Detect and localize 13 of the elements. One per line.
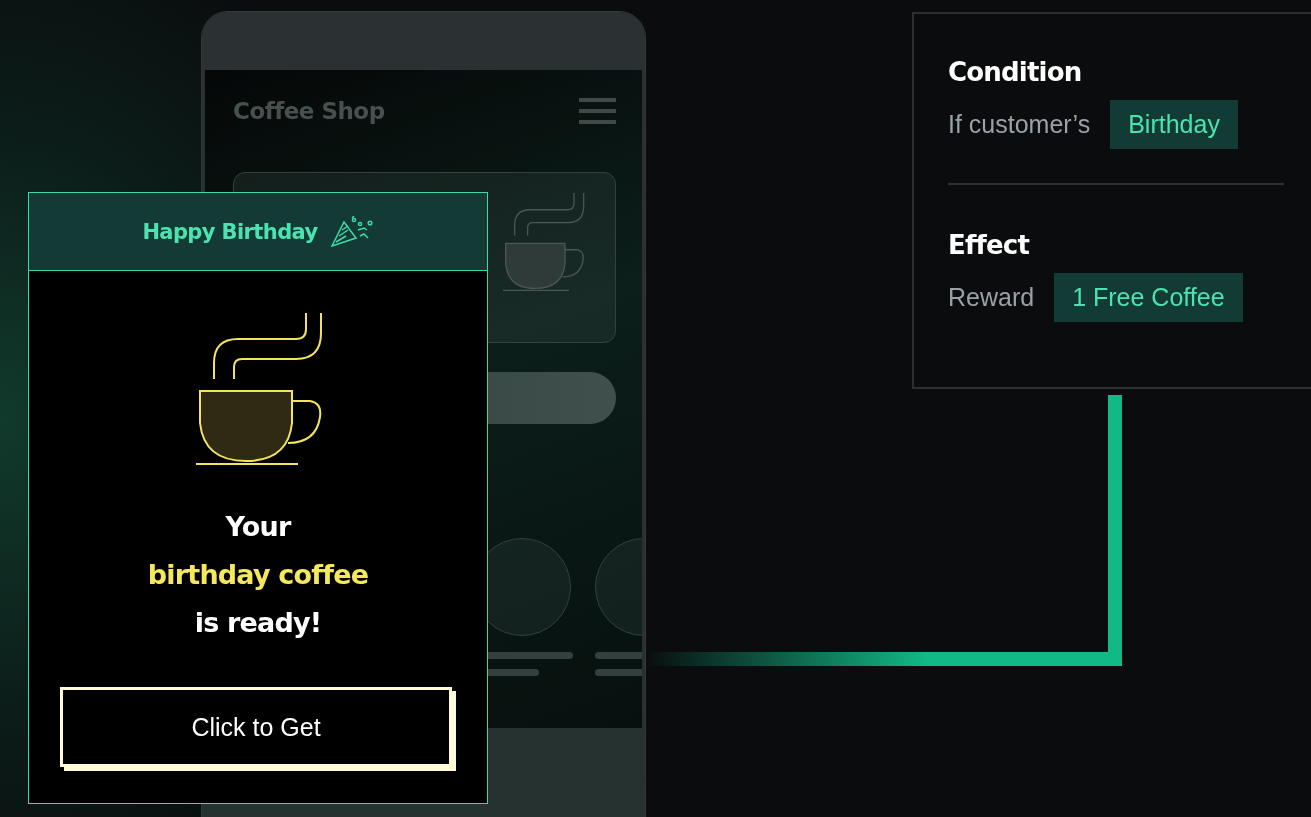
party-popper-icon	[329, 215, 374, 248]
rule-value-tag: 1 Free Coffee	[1054, 273, 1243, 322]
app-title: Coffee Shop	[233, 98, 385, 124]
rule-label: Reward	[948, 283, 1035, 312]
menu-icon[interactable]	[579, 97, 616, 125]
skeleton-line	[595, 669, 642, 676]
rule-label: If customer’s	[948, 110, 1091, 139]
rule-value-tag: Birthday	[1110, 100, 1238, 149]
popup-title: Happy Birthday	[142, 219, 318, 244]
cup-icon	[503, 193, 587, 291]
section-heading: Condition	[948, 56, 1083, 89]
popup-message: Your birthday coffee is ready!	[147, 510, 369, 640]
section-heading: Effect	[948, 229, 1031, 262]
